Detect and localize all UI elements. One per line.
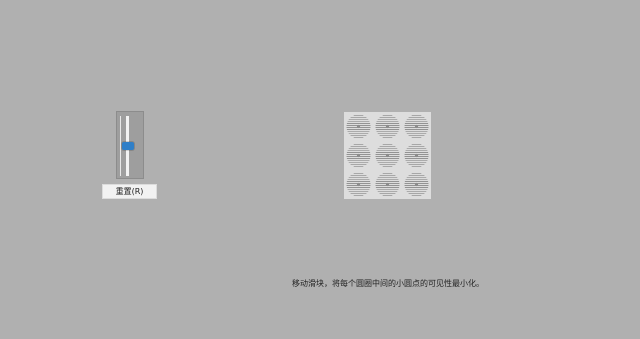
striped-circle [346,115,371,138]
slider-rail [120,116,121,176]
stimulus-pattern [344,112,431,199]
striped-circle [375,115,400,138]
striped-circle [404,173,429,196]
striped-circle [375,173,400,196]
reset-button[interactable]: 重置(R) [102,184,157,199]
center-dot [356,153,361,158]
instruction-text: 移动滑块，将每个圆圈中间的小圆点的可见性最小化。 [292,279,484,288]
center-dot [356,124,361,129]
contrast-slider[interactable] [116,111,144,179]
striped-circle [375,144,400,167]
center-dot [356,182,361,187]
center-dot [414,153,419,158]
striped-circle [346,144,371,167]
center-dot [385,182,390,187]
stimulus-svg [346,115,429,196]
slider-thumb[interactable] [122,142,134,150]
striped-circle [404,115,429,138]
center-dot [385,124,390,129]
striped-circle [346,173,371,196]
center-dot [414,182,419,187]
center-dot [385,153,390,158]
striped-circle [404,144,429,167]
center-dot [414,124,419,129]
